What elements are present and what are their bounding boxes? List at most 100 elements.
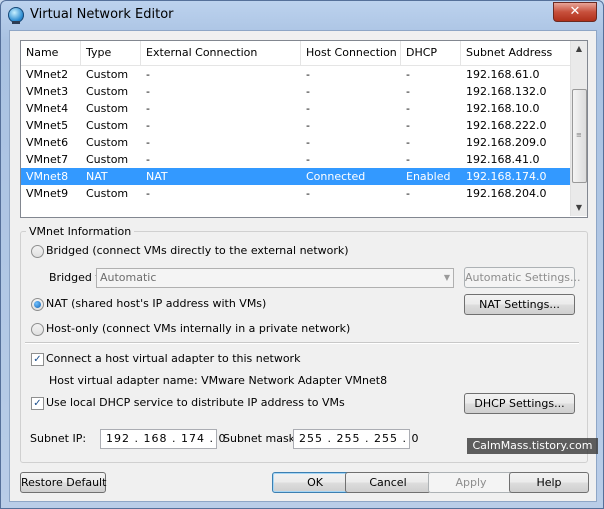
cell-type: Custom [86, 119, 129, 132]
bridged-to-select[interactable]: Automatic ▼ [96, 268, 454, 288]
local-dhcp-checkbox[interactable]: ✓ [31, 397, 44, 410]
chevron-down-icon: ▼ [443, 273, 450, 282]
cell-host: - [306, 187, 310, 200]
cell-host: Connected [306, 170, 366, 183]
cell-external: - [146, 187, 150, 200]
cell-subnet: 192.168.209.0 [466, 136, 547, 149]
column-header-dhcp[interactable]: DHCP [401, 41, 461, 65]
nat-settings-button[interactable]: NAT Settings... [464, 294, 575, 315]
host-only-radio[interactable] [31, 323, 44, 336]
restore-default-button[interactable]: Restore Default [20, 472, 106, 493]
cell-dhcp: - [406, 153, 410, 166]
cell-type: Custom [86, 85, 129, 98]
cell-dhcp: - [406, 102, 410, 115]
nat-radio[interactable] [31, 298, 44, 311]
cell-subnet: 192.168.222.0 [466, 119, 547, 132]
bridged-radio[interactable] [31, 245, 44, 258]
scroll-down-arrow-icon[interactable]: ▼ [571, 200, 587, 216]
cell-name: VMnet9 [26, 187, 69, 200]
cell-dhcp: - [406, 187, 410, 200]
table-row[interactable]: VMnet2 Custom - - - 192.168.61.0 [21, 66, 570, 83]
divider [25, 342, 579, 344]
connect-adapter-label[interactable]: Connect a host virtual adapter to this n… [46, 352, 300, 366]
network-globe-icon [8, 7, 24, 24]
cell-external: - [146, 85, 150, 98]
local-dhcp-label[interactable]: Use local DHCP service to distribute IP … [46, 396, 345, 410]
title-bar: Virtual Network Editor ✕ [1, 1, 603, 29]
cell-name: VMnet7 [26, 153, 69, 166]
connect-adapter-checkbox[interactable]: ✓ [31, 353, 44, 366]
cell-subnet: 192.168.61.0 [466, 68, 540, 81]
cell-dhcp: Enabled [406, 170, 451, 183]
cell-dhcp: - [406, 85, 410, 98]
cell-external: - [146, 102, 150, 115]
table-row[interactable]: VMnet3 Custom - - - 192.168.132.0 [21, 83, 570, 100]
scrollbar-thumb[interactable]: ≡ [572, 89, 587, 183]
cell-external: - [146, 119, 150, 132]
vmnet-information-label: VMnet Information [26, 225, 135, 238]
column-header-type[interactable]: Type [81, 41, 141, 65]
host-only-label[interactable]: Host-only (connect VMs internally in a p… [46, 322, 350, 336]
list-scrollbar[interactable]: ▲ ≡ ▼ [570, 41, 587, 216]
close-button[interactable]: ✕ [553, 2, 597, 22]
automatic-settings-button[interactable]: Automatic Settings... [464, 267, 581, 288]
list-header: Name Type External Connection Host Conne… [21, 41, 570, 66]
cell-name: VMnet3 [26, 85, 69, 98]
cell-subnet: 192.168.10.0 [466, 102, 540, 115]
cell-subnet: 192.168.41.0 [466, 153, 540, 166]
cell-dhcp: - [406, 119, 410, 132]
apply-button[interactable]: Apply [428, 472, 514, 493]
watermark-text: CalmMass.tistory.com [467, 438, 598, 454]
nat-label[interactable]: NAT (shared host's IP address with VMs) [46, 297, 266, 311]
virtual-network-editor-window: Virtual Network Editor ✕ Name Type Exter… [0, 0, 604, 509]
table-row[interactable]: VMnet7 Custom - - - 192.168.41.0 [21, 151, 570, 168]
adapter-name-text: Host virtual adapter name: VMware Networ… [49, 374, 388, 387]
cell-subnet: 192.168.174.0 [466, 170, 547, 183]
column-header-external-connection[interactable]: External Connection [141, 41, 301, 65]
table-row[interactable]: VMnet5 Custom - - - 192.168.222.0 [21, 117, 570, 134]
bridged-to-value: Automatic [100, 271, 157, 284]
cell-type: NAT [86, 170, 108, 183]
cancel-button[interactable]: Cancel [345, 472, 431, 493]
table-row[interactable]: VMnet9 Custom - - - 192.168.204.0 [21, 185, 570, 202]
cell-type: Custom [86, 153, 129, 166]
cell-dhcp: - [406, 136, 410, 149]
cell-type: Custom [86, 187, 129, 200]
column-header-subnet-address[interactable]: Subnet Address [461, 41, 570, 65]
cell-host: - [306, 102, 310, 115]
table-row[interactable]: VMnet8 NAT NAT Connected Enabled 192.168.174.… [21, 168, 570, 185]
cell-host: - [306, 153, 310, 166]
table-row[interactable]: VMnet6 Custom - - - 192.168.209.0 [21, 134, 570, 151]
subnet-ip-label: Subnet IP: [30, 432, 87, 445]
cell-host: - [306, 68, 310, 81]
column-header-host-connection[interactable]: Host Connection [301, 41, 401, 65]
cell-external: - [146, 153, 150, 166]
cell-external: NAT [146, 170, 168, 183]
scroll-up-arrow-icon[interactable]: ▲ [571, 41, 587, 57]
cell-external: - [146, 68, 150, 81]
cell-name: VMnet4 [26, 102, 69, 115]
cell-type: Custom [86, 68, 129, 81]
cell-subnet: 192.168.132.0 [466, 85, 547, 98]
help-button[interactable]: Help [509, 472, 589, 493]
table-row[interactable]: VMnet4 Custom - - - 192.168.10.0 [21, 100, 570, 117]
column-header-name[interactable]: Name [21, 41, 81, 65]
cell-type: Custom [86, 102, 129, 115]
cell-external: - [146, 136, 150, 149]
cell-subnet: 192.168.204.0 [466, 187, 547, 200]
cell-dhcp: - [406, 68, 410, 81]
cell-name: VMnet5 [26, 119, 69, 132]
subnet-ip-input[interactable]: 192 . 168 . 174 . 0 [100, 429, 225, 449]
cell-host: - [306, 119, 310, 132]
window-title: Virtual Network Editor [30, 7, 174, 22]
subnet-mask-label: Subnet mask: [223, 432, 299, 445]
cell-name: VMnet2 [26, 68, 69, 81]
subnet-mask-input[interactable]: 255 . 255 . 255 . 0 [293, 429, 418, 449]
network-list[interactable]: Name Type External Connection Host Conne… [20, 40, 588, 218]
dhcp-settings-button[interactable]: DHCP Settings... [464, 393, 575, 414]
cell-host: - [306, 85, 310, 98]
cell-name: VMnet8 [26, 170, 69, 183]
cell-name: VMnet6 [26, 136, 69, 149]
bridged-label[interactable]: Bridged (connect VMs directly to the ext… [46, 244, 349, 258]
cell-host: - [306, 136, 310, 149]
